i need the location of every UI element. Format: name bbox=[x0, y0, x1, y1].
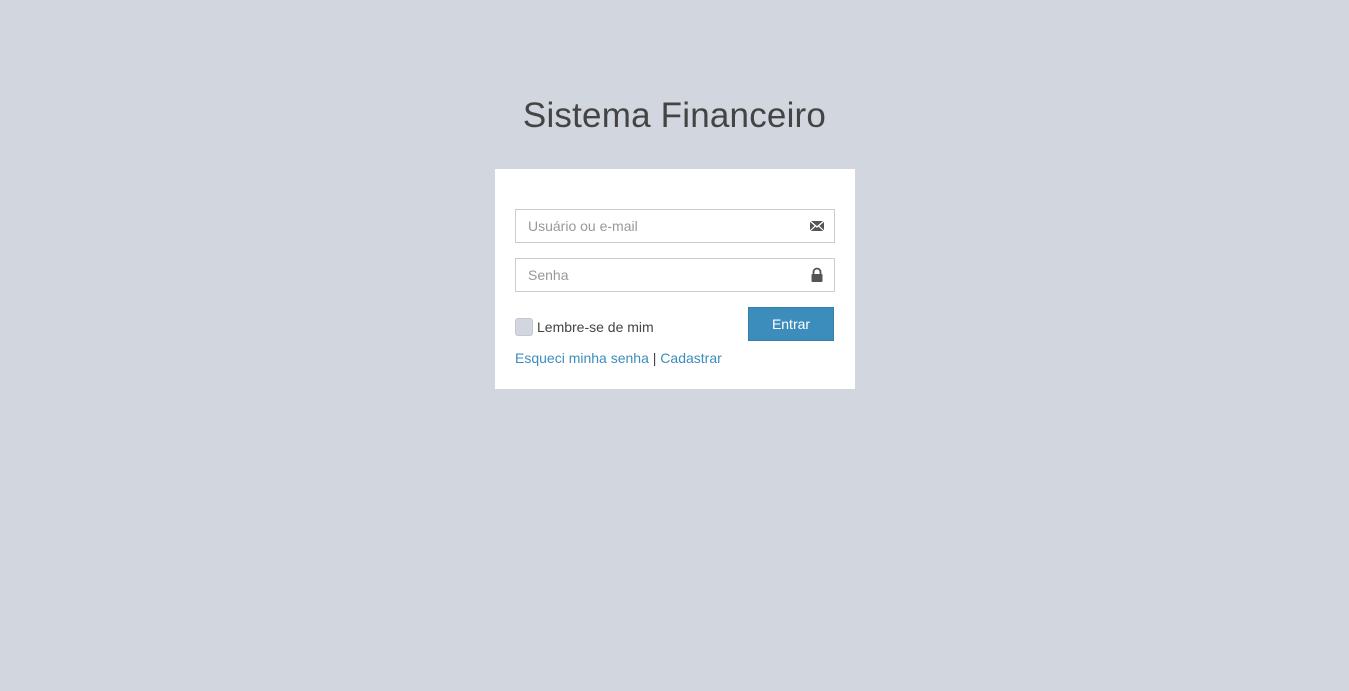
username-input[interactable] bbox=[515, 209, 835, 243]
remember-me[interactable]: Lembre-se de mim bbox=[515, 318, 654, 336]
password-input[interactable] bbox=[515, 258, 835, 292]
register-link[interactable]: Cadastrar bbox=[660, 350, 721, 366]
link-separator: | bbox=[652, 350, 657, 366]
auth-links: Esqueci minha senha | Cadastrar bbox=[515, 350, 835, 366]
login-box: Lembre-se de mim Entrar Esqueci minha se… bbox=[495, 169, 855, 389]
remember-me-checkbox[interactable] bbox=[515, 318, 533, 336]
username-field-group bbox=[515, 209, 835, 243]
page-title: Sistema Financeiro bbox=[522, 96, 827, 135]
password-field-group bbox=[515, 258, 835, 292]
lock-icon bbox=[809, 267, 825, 283]
login-button[interactable]: Entrar bbox=[748, 307, 834, 341]
login-form: Lembre-se de mim Entrar Esqueci minha se… bbox=[515, 209, 835, 366]
remember-me-label: Lembre-se de mim bbox=[537, 319, 654, 335]
form-actions-row: Lembre-se de mim Entrar bbox=[515, 307, 835, 341]
envelope-icon bbox=[809, 218, 825, 234]
forgot-password-link[interactable]: Esqueci minha senha bbox=[515, 350, 649, 366]
